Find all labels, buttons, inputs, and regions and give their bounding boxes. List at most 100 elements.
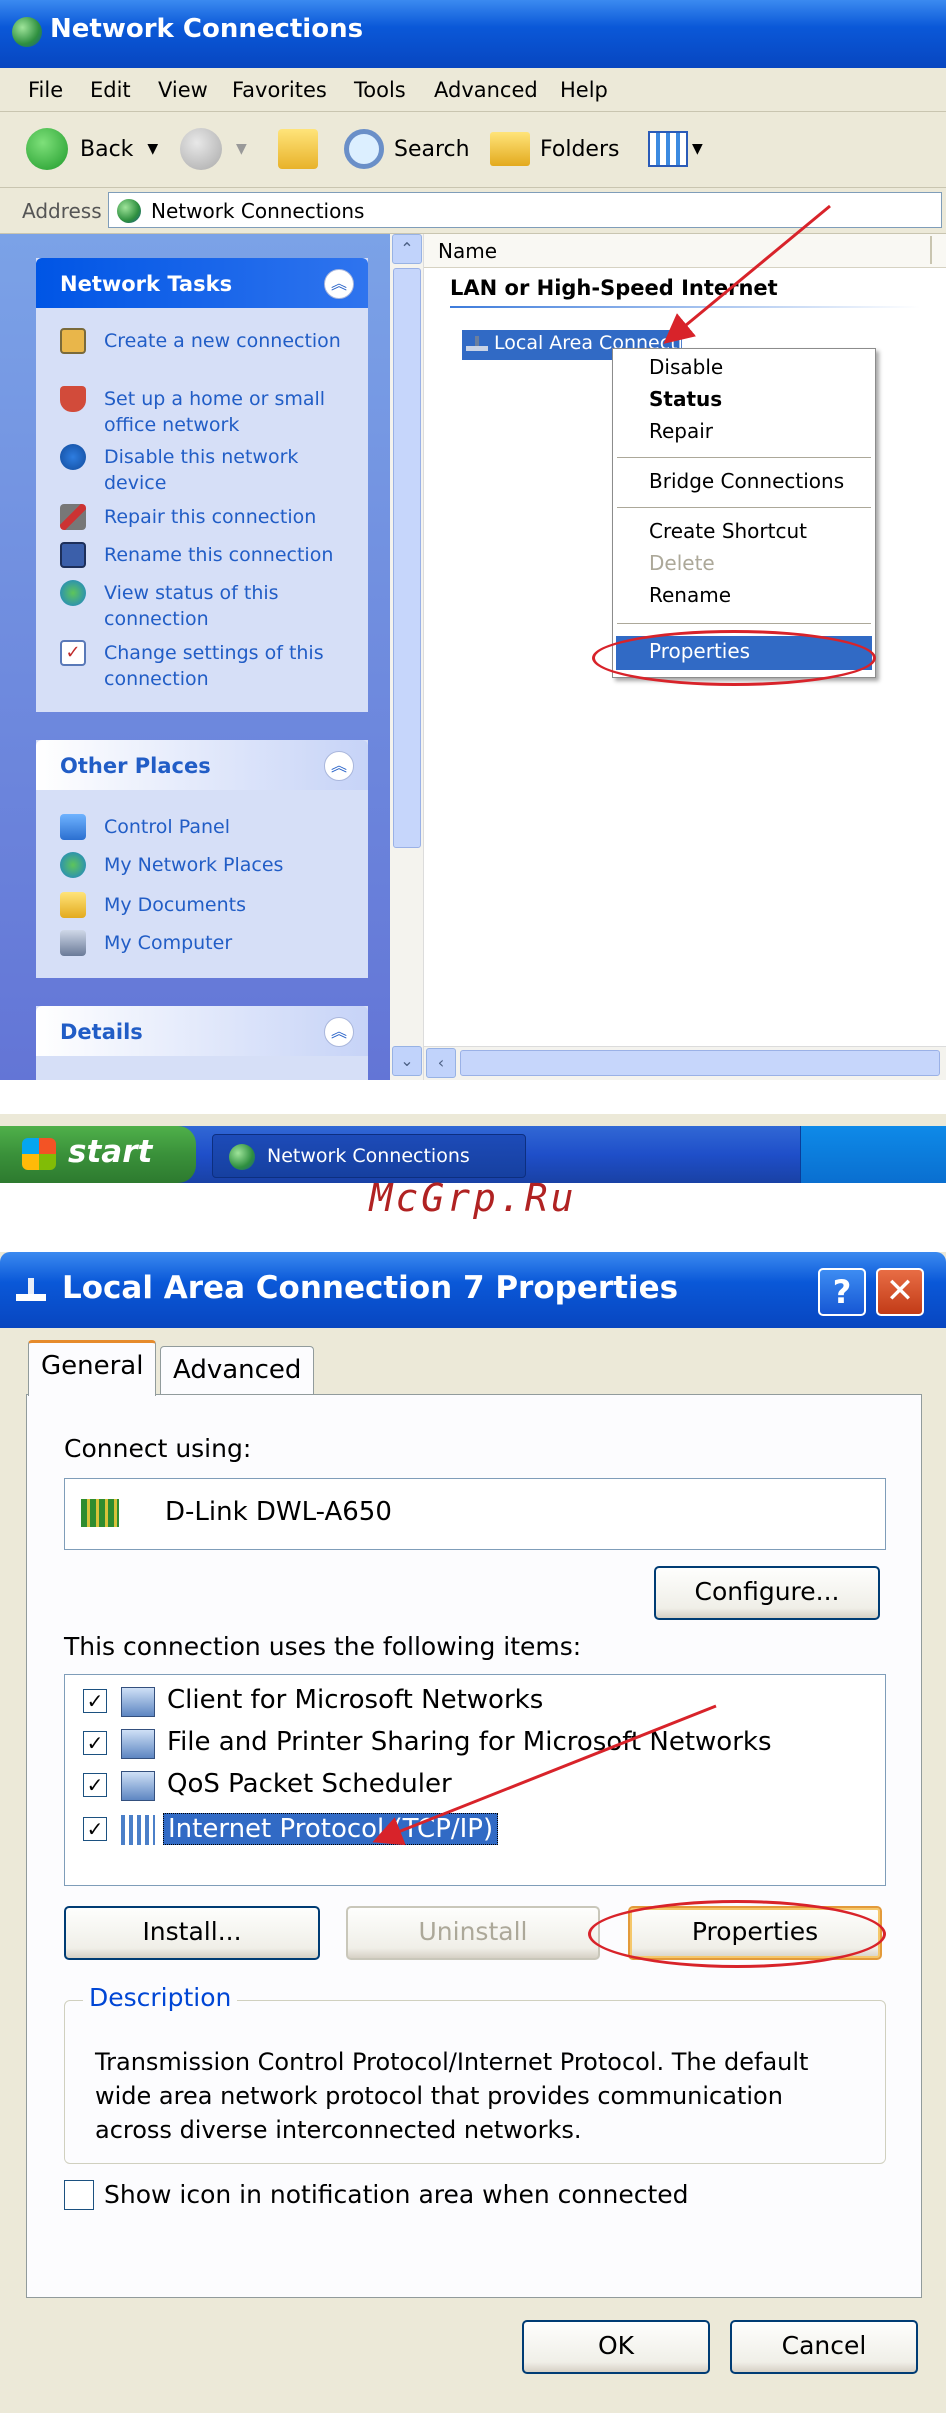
list-item[interactable]: ✓ QoS Packet Scheduler <box>83 1769 863 1803</box>
task-label: Repair this connection <box>104 506 317 528</box>
menu-item-create-shortcut[interactable]: Create Shortcut <box>649 519 807 543</box>
menu-file[interactable]: File <box>28 78 63 102</box>
other-places-header[interactable]: Other Places ︽ <box>36 740 368 790</box>
search-label: Search <box>394 136 470 162</box>
task-label: Set up a home or small office network <box>104 388 326 436</box>
menu-item-repair[interactable]: Repair <box>649 419 713 443</box>
ok-button[interactable]: OK <box>522 2320 710 2374</box>
up-folder-button[interactable] <box>278 126 318 172</box>
column-divider <box>930 236 932 264</box>
folders-label: Folders <box>540 136 620 162</box>
place-my-network-places[interactable]: My Network Places <box>60 852 360 882</box>
menu-item-status[interactable]: Status <box>649 387 722 411</box>
network-connections-icon <box>229 1144 255 1170</box>
task-disable-device[interactable]: Disable this network device <box>60 444 360 500</box>
menu-advanced[interactable]: Advanced <box>434 78 538 102</box>
control-panel-icon <box>60 814 86 840</box>
group-title: LAN or High-Speed Internet <box>450 276 778 300</box>
menu-help[interactable]: Help <box>560 78 608 102</box>
tab-advanced[interactable]: Advanced <box>160 1346 315 1394</box>
address-field[interactable]: Network Connections <box>108 192 942 228</box>
menu-view[interactable]: View <box>158 78 208 102</box>
dialog-title: Local Area Connection 7 Properties <box>62 1270 679 1306</box>
left-pane-scrollbar[interactable]: ⌃ ⌄ <box>390 234 424 1080</box>
place-my-computer[interactable]: My Computer <box>60 930 360 960</box>
scroll-up-icon[interactable]: ⌃ <box>392 234 422 264</box>
dialog-titlebar[interactable]: Local Area Connection 7 Properties ? ✕ <box>0 1252 946 1328</box>
collapse-icon[interactable]: ︽ <box>324 1017 354 1047</box>
folders-button[interactable]: Folders <box>490 126 619 172</box>
task-label: View status of this connection <box>104 582 279 630</box>
network-tasks-header[interactable]: Network Tasks ︽ <box>36 258 368 308</box>
taskbar-network-connections[interactable]: Network Connections <box>212 1134 526 1178</box>
scroll-down-icon[interactable]: ⌄ <box>392 1046 422 1076</box>
menu-separator <box>617 507 871 508</box>
back-button[interactable]: Back ▼ <box>26 126 158 172</box>
address-value: Network Connections <box>151 199 365 223</box>
configure-button[interactable]: Configure... <box>654 1566 880 1620</box>
list-item[interactable]: ✓ File and Printer Sharing for Microsoft… <box>83 1727 863 1761</box>
taskbar: start Network Connections <box>0 1126 946 1183</box>
place-label: My Computer <box>104 932 233 954</box>
item-label: QoS Packet Scheduler <box>167 1769 452 1799</box>
menu-item-disable[interactable]: Disable <box>649 355 723 379</box>
forward-button[interactable]: ▼ <box>180 126 247 172</box>
cancel-button[interactable]: Cancel <box>730 2320 918 2374</box>
tab-general[interactable]: General <box>28 1340 157 1396</box>
forward-arrow-icon <box>180 128 222 170</box>
task-label: Change settings of this connection <box>104 642 324 690</box>
start-button[interactable]: start <box>0 1126 196 1183</box>
show-icon-label[interactable]: Show icon in notification area when conn… <box>104 2180 689 2209</box>
file-sharing-icon <box>121 1729 155 1759</box>
chevron-down-icon: ▼ <box>236 141 247 157</box>
scrollbar-thumb[interactable] <box>393 268 421 848</box>
place-control-panel[interactable]: Control Panel <box>60 814 360 844</box>
task-rename-connection[interactable]: Rename this connection <box>60 542 360 572</box>
other-places-title: Other Places <box>60 754 211 778</box>
item-checkbox[interactable]: ✓ <box>83 1689 107 1713</box>
menu-edit[interactable]: Edit <box>90 78 131 102</box>
collapse-icon[interactable]: ︽ <box>324 751 354 781</box>
my-computer-icon <box>60 930 86 956</box>
collapse-icon[interactable]: ︽ <box>324 269 354 299</box>
menu-tools[interactable]: Tools <box>354 78 406 102</box>
repair-wrench-icon <box>60 504 86 530</box>
name-column-header[interactable]: Name <box>424 234 946 268</box>
task-change-settings[interactable]: ✓ Change settings of this connection <box>60 640 360 696</box>
network-connections-icon <box>12 17 42 47</box>
system-tray <box>800 1126 946 1183</box>
item-checkbox[interactable]: ✓ <box>83 1773 107 1797</box>
task-repair-connection[interactable]: Repair this connection <box>60 504 360 534</box>
task-create-connection[interactable]: Create a new connection <box>60 328 360 384</box>
item-label: File and Printer Sharing for Microsoft N… <box>167 1727 772 1757</box>
menu-item-bridge[interactable]: Bridge Connections <box>649 469 844 493</box>
scroll-left-icon[interactable]: ‹ <box>426 1048 456 1078</box>
group-divider <box>450 306 920 308</box>
menu-separator <box>617 457 871 458</box>
horizontal-scrollbar[interactable]: ‹ <box>424 1046 946 1080</box>
show-icon-checkbox[interactable] <box>64 2180 94 2210</box>
scrollbar-thumb[interactable] <box>460 1050 940 1076</box>
search-button[interactable]: Search <box>344 126 470 172</box>
details-header[interactable]: Details ︽ <box>36 1006 368 1056</box>
task-home-network[interactable]: Set up a home or small office network <box>60 386 360 442</box>
network-tasks-panel: Network Tasks ︽ Create a new connection … <box>36 258 368 712</box>
place-my-documents[interactable]: My Documents <box>60 892 360 922</box>
views-button[interactable]: ▼ <box>648 126 703 172</box>
folders-icon <box>490 132 530 166</box>
item-checkbox[interactable]: ✓ <box>83 1731 107 1755</box>
task-view-status[interactable]: View status of this connection <box>60 580 360 636</box>
explorer-titlebar[interactable]: Network Connections <box>0 0 946 68</box>
install-button[interactable]: Install... <box>64 1906 320 1960</box>
disable-network-icon <box>60 444 86 470</box>
list-item-selected[interactable]: ✓ Internet Protocol (TCP/IP) <box>83 1813 863 1847</box>
network-tasks-title: Network Tasks <box>60 272 233 296</box>
close-button[interactable]: ✕ <box>876 1268 924 1316</box>
item-checkbox[interactable]: ✓ <box>83 1817 107 1841</box>
menu-item-rename[interactable]: Rename <box>649 583 731 607</box>
status-globe-icon <box>60 580 86 606</box>
back-arrow-icon <box>26 128 68 170</box>
list-item[interactable]: ✓ Client for Microsoft Networks <box>83 1685 863 1719</box>
menu-favorites[interactable]: Favorites <box>232 78 327 102</box>
help-button[interactable]: ? <box>818 1268 866 1316</box>
